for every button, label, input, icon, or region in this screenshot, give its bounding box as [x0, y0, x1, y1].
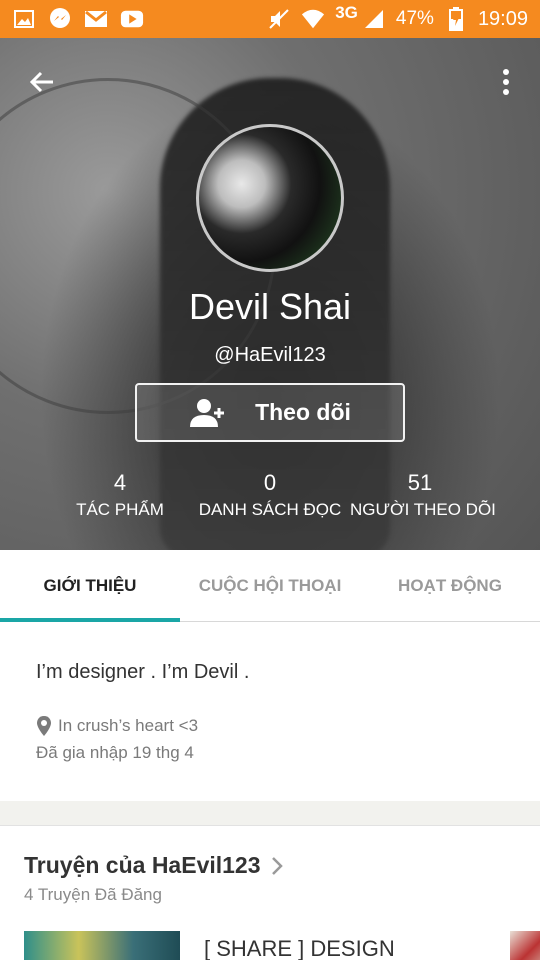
youtube-icon [120, 7, 144, 31]
stat-followers-value: 51 [407, 470, 433, 495]
messenger-icon [48, 7, 72, 31]
stories-header[interactable]: Truyện của HaEvil123 [24, 852, 283, 879]
stat-reading-lists-value: 0 [263, 470, 277, 495]
avatar[interactable] [196, 124, 344, 272]
profile-tabs: GIỚI THIỆU CUỘC HỘI THOẠI HOẠT ĐỘNG [0, 550, 540, 622]
story-cover-image[interactable] [24, 931, 180, 960]
stat-works-value: 4 [113, 470, 127, 495]
section-divider [0, 801, 540, 826]
add-person-icon [190, 398, 225, 427]
profile-handle: @HaEvil123 [214, 344, 326, 366]
arrow-left-icon [29, 71, 53, 93]
battery-icon [444, 7, 468, 31]
stat-works-label: TÁC PHẨM [76, 500, 164, 519]
profile-location: In crush’s heart <3 [36, 715, 198, 737]
back-button[interactable] [22, 62, 62, 102]
battery-percent: 47% [395, 8, 434, 29]
clock: 19:09 [477, 7, 528, 30]
gmail-icon [84, 7, 108, 31]
profile-stats: 4 TÁC PHẨM 0 DANH SÁCH ĐỌC 51 NGƯỜI THEO… [0, 470, 540, 530]
profile-location-text: In crush’s heart <3 [58, 716, 199, 735]
profile-name: Devil Shai [188, 286, 352, 327]
network-type: 3G [335, 3, 358, 22]
tab-activity[interactable]: HOẠT ĐỘNG [360, 550, 540, 622]
stat-followers-label: NGƯỜI THEO DÕI [350, 500, 496, 519]
profile-joined-date: Đã gia nhập 19 thg 4 [36, 743, 194, 762]
stat-followers[interactable]: 51 NGƯỜI THEO DÕI [350, 470, 496, 520]
follow-button[interactable]: Theo dõi [135, 383, 405, 442]
mute-icon [267, 7, 291, 31]
stories-count: 4 Truyện Đã Đăng [24, 885, 162, 904]
wifi-icon [301, 7, 325, 31]
profile-header: Devil Shai @HaEvil123 Theo dõi 4 TÁC PHẨ… [0, 38, 540, 550]
stat-reading-lists-label: DANH SÁCH ĐỌC [198, 500, 342, 519]
about-section: I’m designer . I’m Devil . In crush’s he… [0, 623, 540, 801]
tab-conversations[interactable]: CUỘC HỘI THOẠI [180, 550, 360, 622]
story-title[interactable]: [ SHARE ] DESIGN [204, 936, 395, 960]
location-pin-icon [37, 716, 51, 736]
story-cover-image[interactable] [510, 931, 540, 960]
stories-section: Truyện của HaEvil123 4 Truyện Đã Đăng [ … [0, 826, 540, 960]
stat-works[interactable]: 4 TÁC PHẨM [60, 470, 180, 520]
follow-button-label: Theo dõi [255, 399, 351, 425]
active-tab-indicator [0, 618, 180, 622]
status-bar: 3G 47% 19:09 [0, 0, 540, 38]
chevron-right-icon [271, 856, 283, 875]
more-vertical-icon [503, 69, 509, 95]
profile-bio: I’m designer . I’m Devil . [36, 661, 250, 683]
tab-about[interactable]: GIỚI THIỆU [0, 550, 180, 622]
stat-reading-lists[interactable]: 0 DANH SÁCH ĐỌC [195, 470, 345, 520]
more-options-button[interactable] [494, 62, 518, 102]
signal-icon [362, 7, 386, 31]
gallery-icon [12, 7, 36, 31]
stories-title: Truyện của HaEvil123 [24, 852, 261, 878]
